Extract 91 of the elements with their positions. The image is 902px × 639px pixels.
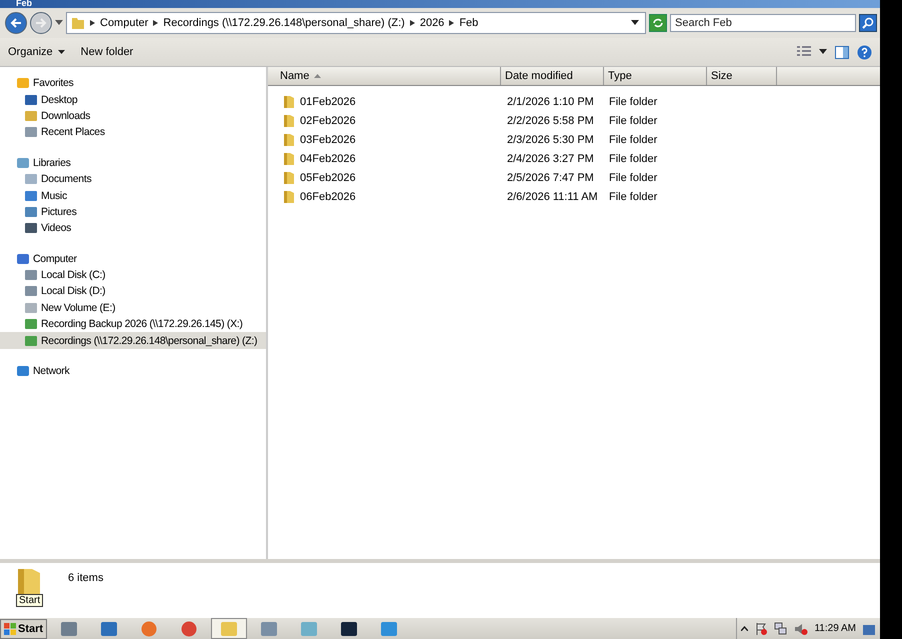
navigation-icon xyxy=(16,76,30,90)
navigation-icon xyxy=(24,172,38,186)
navigation-icon xyxy=(24,92,38,107)
navigation-group[interactable]: Computer xyxy=(0,250,266,267)
date-modified: 2/4/2026 3:27 PM xyxy=(506,152,595,164)
file-name[interactable]: 02Feb2026 xyxy=(268,114,503,128)
sort-arrow-icon xyxy=(314,74,322,78)
search-icon xyxy=(862,17,874,29)
clock[interactable]: 11:29 AM xyxy=(814,623,856,634)
navigation-icon xyxy=(24,204,38,219)
breadcrumb-caret-icon[interactable] xyxy=(90,20,95,26)
file-type: File folder xyxy=(608,96,658,108)
view-options-icon[interactable] xyxy=(797,46,811,58)
refresh-icon xyxy=(652,17,664,29)
file-type: File folder xyxy=(608,134,658,146)
date-modified: 2/2/2026 5:58 PM xyxy=(506,114,595,126)
start-button[interactable]: Start xyxy=(0,618,48,638)
navigation-item[interactable]: Local Disk (D:) xyxy=(0,283,266,300)
toolbar-button[interactable]: New folder xyxy=(76,43,138,61)
breadcrumb-item[interactable]: 2026 xyxy=(420,17,444,29)
flag-icon[interactable] xyxy=(754,622,768,636)
file-name[interactable]: 01Feb2026 xyxy=(268,94,503,108)
tooltip: Start xyxy=(16,594,44,607)
navigation-item[interactable]: Videos xyxy=(0,220,266,237)
navigation-group[interactable]: Libraries xyxy=(0,154,266,171)
recent-pages-caret-icon[interactable] xyxy=(55,20,63,26)
file-name[interactable]: 05Feb2026 xyxy=(268,170,503,184)
back-arrow-icon xyxy=(9,16,23,30)
navigation-icon xyxy=(24,317,38,332)
search-button[interactable] xyxy=(859,14,877,32)
toolbar-button[interactable]: Organize xyxy=(4,43,69,61)
navigation-item[interactable]: Recording Backup 2026 (\\172.29.26.145) (X:) xyxy=(0,316,266,332)
column-header[interactable]: Name xyxy=(268,67,501,85)
windows-logo-icon xyxy=(4,622,16,634)
date-modified: 2/6/2026 11:11 AM xyxy=(506,190,599,202)
breadcrumb-item[interactable]: Recordings (\\172.29.26.148\personal_share) (Z:) xyxy=(163,17,405,29)
forward-button[interactable] xyxy=(30,12,52,34)
navigation-item[interactable]: Music xyxy=(0,187,266,204)
navigation-icon xyxy=(16,252,30,266)
navigation-icon xyxy=(24,268,38,282)
show-hidden-icons-icon[interactable] xyxy=(741,626,748,631)
help-icon[interactable] xyxy=(857,44,872,60)
dropdown-caret-icon[interactable] xyxy=(631,20,639,26)
file-name[interactable]: 04Feb2026 xyxy=(268,152,503,166)
forward-arrow-icon xyxy=(34,16,48,30)
navigation-item[interactable]: New Volume (E:) xyxy=(0,300,266,316)
navigation-item[interactable]: Local Disk (C:) xyxy=(0,266,266,284)
dropdown-caret-icon xyxy=(58,50,65,54)
breadcrumb-caret-icon[interactable] xyxy=(153,20,158,26)
network-icon[interactable] xyxy=(774,622,788,636)
column-header[interactable]: Date modified xyxy=(501,67,604,85)
search-field[interactable]: Search Feb xyxy=(670,14,856,32)
date-modified: 2/5/2026 7:47 PM xyxy=(506,172,595,184)
navigation-icon xyxy=(24,108,38,123)
navigation-icon xyxy=(24,221,38,236)
navigation-group[interactable]: Network xyxy=(0,362,266,380)
file-type: File folder xyxy=(608,152,658,164)
navigation-item[interactable]: Pictures xyxy=(0,204,266,220)
navigation-item[interactable]: Recent Places xyxy=(0,124,266,141)
back-button[interactable] xyxy=(5,12,27,34)
navigation-icon xyxy=(24,125,38,140)
dropdown-caret-icon[interactable] xyxy=(819,49,827,55)
navigation-group[interactable]: Favorites xyxy=(0,75,266,92)
navigation-icon xyxy=(24,334,38,348)
navigation-item[interactable]: Downloads xyxy=(0,108,266,124)
date-modified: 2/1/2026 1:10 PM xyxy=(506,96,595,108)
navigation-icon xyxy=(24,188,38,203)
file-type: File folder xyxy=(608,114,658,126)
date-modified: 2/3/2026 5:30 PM xyxy=(506,134,595,146)
volume-muted-icon[interactable] xyxy=(794,622,808,636)
column-header[interactable]: Size xyxy=(707,67,777,85)
file-type: File folder xyxy=(608,190,658,202)
column-header[interactable]: Type xyxy=(604,67,707,85)
navigation-icon xyxy=(16,364,30,378)
breadcrumb-caret-icon[interactable] xyxy=(410,20,415,26)
navigation-item[interactable]: Documents xyxy=(0,170,266,188)
breadcrumb-item[interactable]: Computer xyxy=(100,17,148,29)
navigation-item[interactable]: Desktop xyxy=(0,91,266,108)
refresh-button[interactable] xyxy=(649,14,667,32)
breadcrumb-caret-icon[interactable] xyxy=(449,20,454,26)
file-name[interactable]: 06Feb2026 xyxy=(268,190,503,204)
navigation-icon xyxy=(16,156,30,170)
item-count: 6 items xyxy=(68,572,104,584)
navigation-icon xyxy=(24,300,38,315)
address-bar[interactable]: Computer Recordings (\\172.29.26.148\personal_share) (Z:) 2026 Feb xyxy=(66,12,646,34)
file-name[interactable]: 03Feb2026 xyxy=(268,132,503,146)
navigation-icon xyxy=(24,284,38,298)
preview-pane-icon[interactable] xyxy=(835,46,849,58)
breadcrumb-item[interactable]: Feb xyxy=(459,17,478,29)
file-type: File folder xyxy=(608,172,658,184)
navigation-item[interactable]: Recordings (\\172.29.26.148\personal_share) (Z:) xyxy=(0,332,266,349)
